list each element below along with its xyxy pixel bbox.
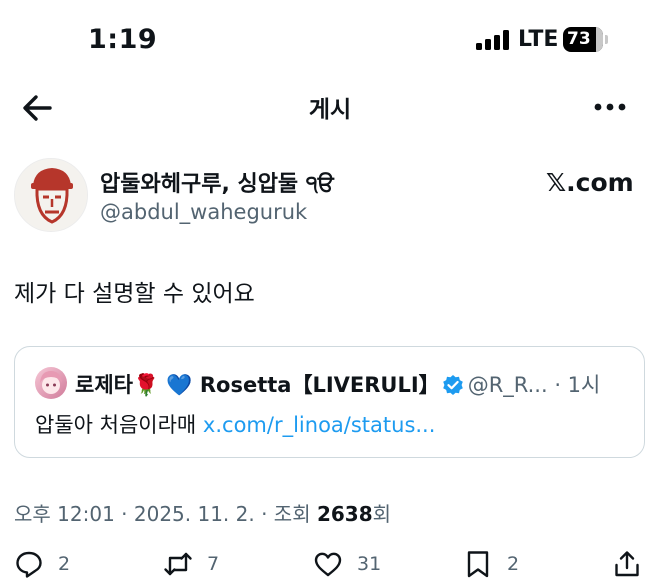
- more-icon: [594, 103, 626, 111]
- battery-cap: [605, 35, 608, 44]
- status-bar: 1:19 LTE 73: [0, 0, 660, 80]
- verified-icon: [442, 375, 463, 395]
- status-time: 1:19: [88, 24, 158, 55]
- action-bar: 2 7 31 2: [0, 546, 660, 586]
- reply-icon: [16, 551, 42, 578]
- repost-button[interactable]: 7: [163, 546, 219, 582]
- quote-author-name: 로제타🌹 💙 Rosetta【LIVERULI】: [75, 373, 440, 397]
- network-type: LTE: [518, 27, 559, 52]
- bookmark-icon: [467, 551, 489, 578]
- battery-level: 73: [567, 29, 591, 49]
- like-count: 31: [357, 553, 382, 575]
- page-title: 게시: [308, 97, 352, 123]
- repost-icon: [164, 552, 192, 576]
- reply-count: 2: [58, 553, 71, 575]
- share-button[interactable]: [612, 546, 642, 582]
- bookmark-count: 2: [507, 553, 520, 575]
- post-text: 제가 다 설명할 수 있어요: [14, 281, 255, 307]
- post-datetime: 오후 12:01 · 2025. 11. 2. · 조회: [14, 502, 317, 526]
- bookmark-button[interactable]: 2: [463, 546, 519, 582]
- top-nav: 게시: [0, 80, 660, 136]
- quote-text: 압둘아 처음이라매 x.com/r_linoa/status...: [35, 409, 435, 439]
- quote-body: 압둘아 처음이라매: [35, 413, 203, 437]
- post-meta: 오후 12:01 · 2025. 11. 2. · 조회 2638회: [14, 498, 391, 527]
- reply-button[interactable]: 2: [14, 546, 70, 582]
- avatar-face-icon: [15, 159, 87, 231]
- more-button[interactable]: [590, 94, 630, 120]
- quote-link[interactable]: x.com/r_linoa/status...: [203, 413, 436, 437]
- signal-icon: [476, 30, 512, 50]
- quote-avatar: [35, 367, 67, 399]
- repost-count: 7: [207, 553, 220, 575]
- view-suffix: 회: [372, 502, 392, 526]
- like-icon: [314, 552, 342, 577]
- share-icon: [615, 551, 639, 577]
- quote-header: 로제타🌹 💙 Rosetta【LIVERULI】 @R_R... · 1시: [75, 369, 640, 399]
- author-name[interactable]: 압둘와헤구루, 싱압둘 ੧ੳ: [100, 166, 334, 198]
- battery-icon: 73: [563, 27, 603, 52]
- view-count[interactable]: 2638: [317, 502, 373, 526]
- author-handle[interactable]: @abdul_waheguruk: [100, 200, 307, 224]
- like-button[interactable]: 31: [313, 546, 381, 582]
- quoted-post[interactable]: 로제타🌹 💙 Rosetta【LIVERULI】 @R_R... · 1시 압둘아…: [14, 346, 645, 458]
- avatar[interactable]: [14, 158, 88, 232]
- quote-handle-time: @R_R... · 1시: [467, 373, 601, 397]
- source-logo: 𝕏.com: [546, 168, 634, 197]
